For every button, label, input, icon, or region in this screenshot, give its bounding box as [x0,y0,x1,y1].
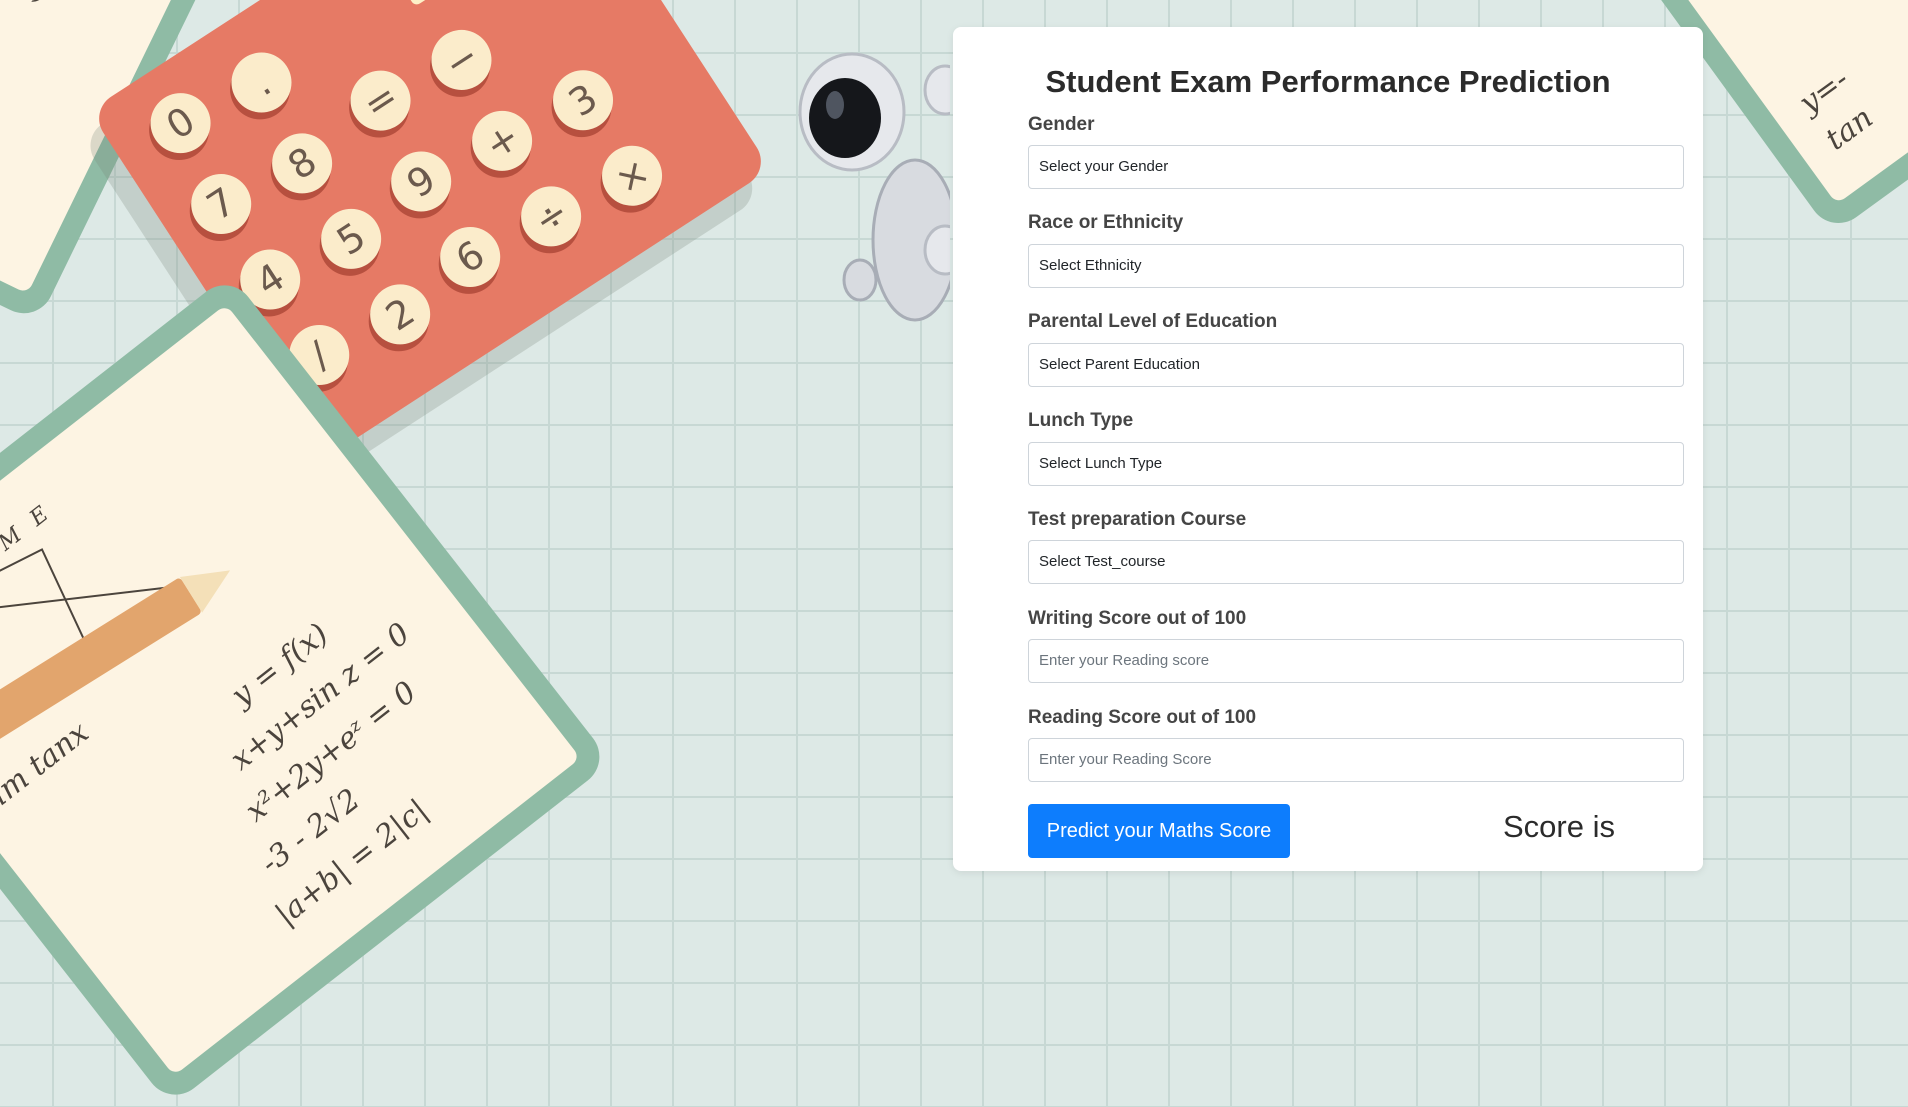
predict-button[interactable]: Predict your Maths Score [1028,804,1290,858]
calculator-display: 130 [376,0,558,7]
calculator-key: 8 [260,121,344,205]
prediction-form-card: Student Exam Performance Prediction Gend… [953,27,1703,871]
writing-score-label: Writing Score out of 100 [1028,608,1247,629]
calculator-key: ÷ [509,174,593,258]
calculator-key: 2 [358,272,442,356]
calculator-key: . [219,40,303,124]
test-prep-select[interactable]: Select Test_course [1028,540,1684,584]
calculator-key: 6 [428,215,512,299]
test-prep-label: Test preparation Course [1028,509,1247,530]
calculator-key: 7 [179,162,263,246]
reading-score-input[interactable]: Enter your Reading Score [1028,738,1684,782]
calculator-key: − [419,18,503,102]
calculator-key: 5 [309,197,393,281]
calculator-key: 0 [139,81,223,165]
reading-score-label: Reading Score out of 100 [1028,707,1257,728]
writing-score-input[interactable]: Enter your Reading score [1028,639,1684,683]
parental-education-select[interactable]: Select Parent Education [1028,343,1684,387]
score-result: Score is [1503,809,1615,844]
ethnicity-select[interactable]: Select Ethnicity [1028,244,1684,288]
lunch-type-label: Lunch Type [1028,410,1134,431]
calculator-key: = [339,59,423,143]
calculator-key: × [590,134,674,218]
notebook-formula: y=f(x) [0,0,56,10]
robot-mascot-icon [798,52,950,322]
ethnicity-label: Race or Ethnicity [1028,212,1184,233]
lunch-type-select[interactable]: Select Lunch Type [1028,442,1684,486]
bottom-left-notebook-illustration: A M E C B lim tanx y = f(x) x+y+sin z = … [0,273,612,1107]
calculator-key: 3 [541,58,625,142]
page-title: Student Exam Performance Prediction [1045,64,1611,99]
calculator-key: + [460,99,544,183]
gender-label: Gender [1028,114,1095,135]
parental-education-label: Parental Level of Education [1028,311,1278,332]
calculator-key: 9 [379,140,463,223]
gender-select[interactable]: Select your Gender [1028,145,1684,189]
